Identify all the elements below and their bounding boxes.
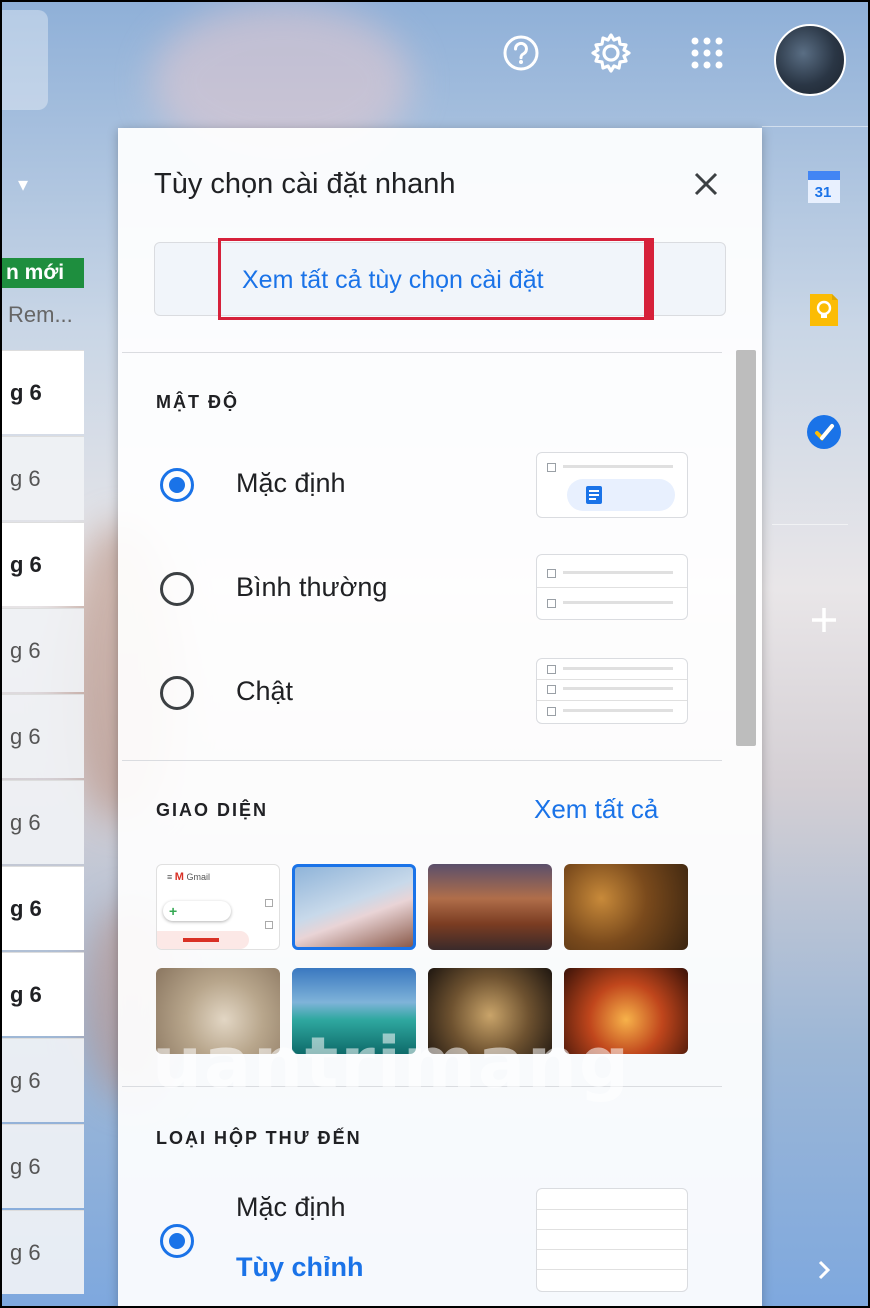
inbox-type-preview (536, 1188, 688, 1292)
apps-grid-icon[interactable] (682, 28, 732, 78)
theme-cherry-blossom[interactable] (292, 864, 416, 950)
density-comfortable-preview (536, 554, 688, 620)
quick-settings-panel: Tùy chọn cài đặt nhanh Xem tất cả tùy ch… (118, 128, 762, 1306)
density-default-preview (536, 452, 688, 518)
dropdown-caret-icon[interactable]: ▾ (18, 172, 28, 197)
gmail-window: ▾ n mới Rem... g 6g 6g 6g 6g 6g 6g 6g 6g… (0, 0, 870, 1308)
attachment-doc-icon (586, 486, 602, 504)
inbox-type-heading: LOẠI HỘP THƯ ĐẾN (156, 1128, 362, 1148)
tasks-icon[interactable] (806, 414, 842, 450)
keep-icon[interactable] (806, 292, 842, 328)
highlight-annotation-box (218, 238, 654, 320)
email-row[interactable]: g 6 (2, 522, 84, 606)
add-icon[interactable] (806, 602, 842, 638)
inbox-type-default-label: Mặc định (236, 1192, 346, 1222)
close-icon[interactable] (688, 166, 724, 202)
density-default-radio[interactable] (160, 468, 194, 502)
view-all-themes-link[interactable]: Xem tất cả (534, 794, 658, 825)
panel-title: Tùy chọn cài đặt nhanh (154, 168, 456, 200)
search-bar-edge[interactable] (2, 10, 48, 110)
density-compact-radio[interactable] (160, 676, 194, 710)
theme-heading: GIAO DIỆN (156, 800, 269, 820)
density-compact-label: Chật (236, 676, 294, 706)
inbox-type-customize-link[interactable]: Tùy chỉnh (236, 1252, 364, 1283)
density-comfortable-label: Bình thường (236, 572, 388, 602)
watermark-logo: uantrimang (152, 1022, 631, 1104)
theme-default-gmail-text: Gmail (186, 872, 210, 882)
divider (122, 760, 722, 761)
email-row[interactable]: g 6 (2, 952, 84, 1036)
email-row[interactable]: g 6 (2, 780, 84, 864)
side-panel-top-divider (762, 126, 868, 127)
density-compact-preview (536, 658, 688, 724)
account-avatar[interactable] (774, 24, 846, 96)
email-row[interactable]: g 6 (2, 1124, 84, 1208)
email-preview-text: Rem... (8, 302, 73, 327)
email-row[interactable]: g 6 (2, 866, 84, 950)
email-row[interactable]: g 6 (2, 350, 84, 434)
divider (122, 352, 722, 353)
email-row[interactable]: g 6 (2, 436, 84, 520)
email-row[interactable]: g 6 (2, 694, 84, 778)
theme-default[interactable]: ≡ M Gmail + (156, 864, 280, 950)
density-default-label: Mặc định (236, 468, 346, 498)
expand-chevron-icon[interactable] (806, 1252, 842, 1288)
email-row[interactable]: g 6 (2, 608, 84, 692)
density-heading: MẬT ĐỘ (156, 392, 239, 412)
inbox-type-default-radio[interactable] (160, 1224, 194, 1258)
theme-autumn-leaves[interactable] (564, 864, 688, 950)
calendar-day-number: 31 (814, 184, 832, 201)
email-row[interactable]: g 6 (2, 1210, 84, 1294)
category-tag: n mới (2, 258, 84, 288)
panel-scrollbar[interactable] (736, 350, 756, 746)
help-icon[interactable] (496, 28, 546, 78)
density-comfortable-radio[interactable] (160, 572, 194, 606)
email-row[interactable]: g 6 (2, 1038, 84, 1122)
side-panel-divider (772, 524, 848, 525)
theme-canyon[interactable] (428, 864, 552, 950)
settings-gear-icon[interactable] (586, 28, 636, 78)
